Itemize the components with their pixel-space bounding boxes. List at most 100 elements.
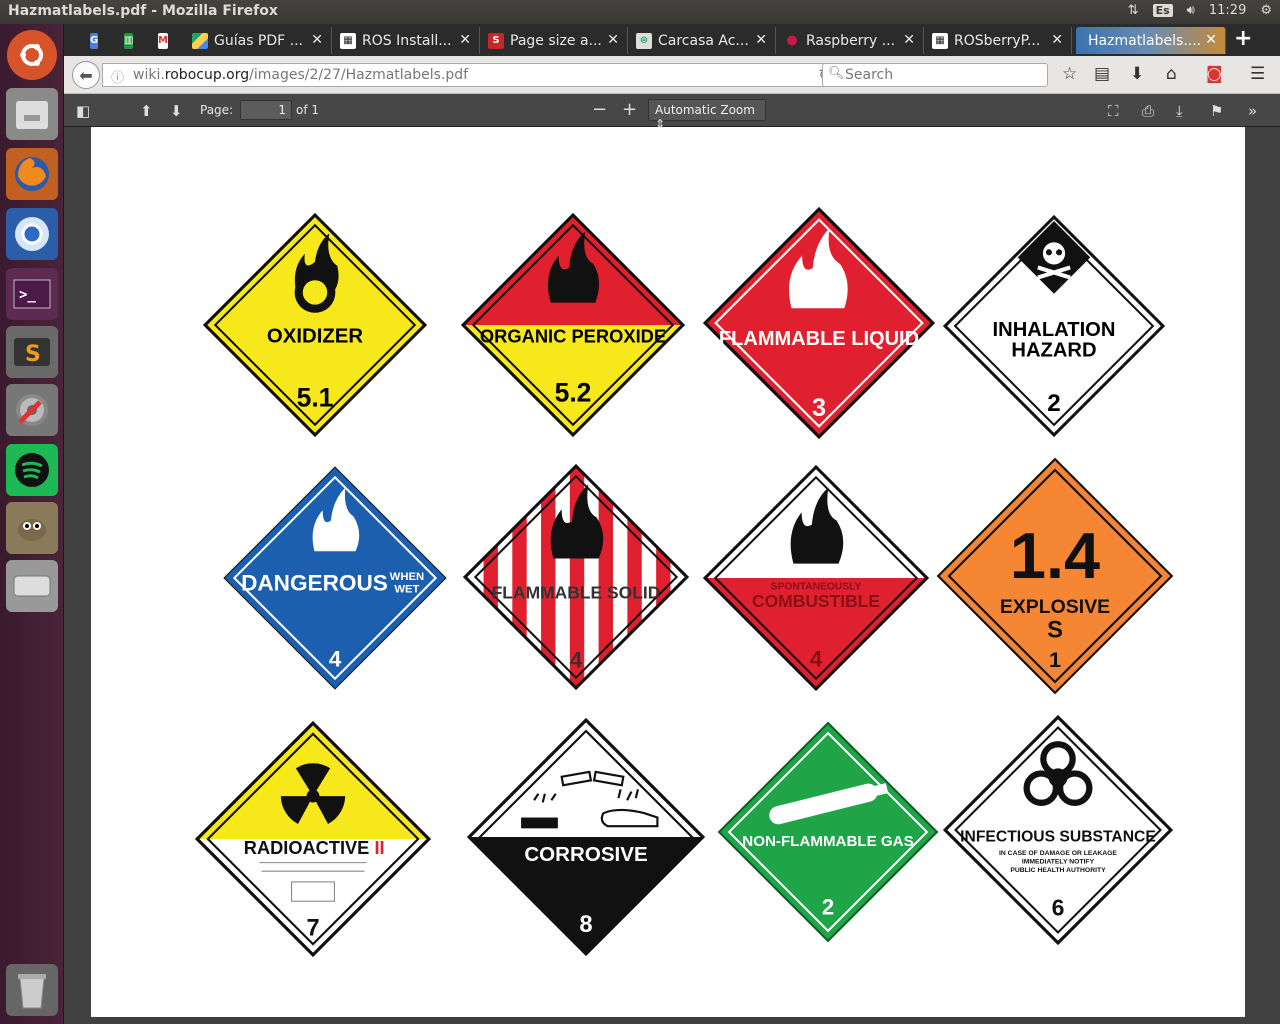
firefox-icon[interactable] xyxy=(6,148,58,200)
flammable-solid-label: FLAMMABLE SOLID 4 xyxy=(462,463,690,691)
label-text-line1: INHALATION xyxy=(993,319,1116,341)
spotify-icon[interactable] xyxy=(6,444,58,496)
new-tab-button[interactable]: + xyxy=(1234,26,1252,51)
system-top-bar: Hazmatlabels.pdf - Mozilla Firefox ⇅ Es … xyxy=(0,0,1280,24)
tab-ros-install[interactable]: ▦ ROS Install... ✕ xyxy=(332,27,480,54)
bookmark-star-icon[interactable]: ☆ xyxy=(1062,64,1077,84)
label-text: DANGEROUS xyxy=(241,570,388,595)
sidebar-toggle-icon[interactable]: ◧ xyxy=(76,102,90,120)
zoom-in-button[interactable]: + xyxy=(622,99,637,120)
ubuntu-dash-icon[interactable] xyxy=(7,30,57,80)
google-drive-icon xyxy=(192,32,208,49)
url-bar[interactable]: ⓘ wiki.robocup.org/images/2/27/Hazmatlab… xyxy=(102,63,840,87)
network-icon[interactable]: ⇅ xyxy=(1128,3,1139,18)
chromium-icon[interactable] xyxy=(6,208,58,260)
label-text: CORROSIVE xyxy=(524,843,647,866)
tab-page-size[interactable]: S Page size a... ✕ xyxy=(480,27,628,54)
files-icon[interactable] xyxy=(6,88,58,140)
menu-icon[interactable]: ☰ xyxy=(1250,64,1265,84)
non-flammable-gas-label: NON-FLAMMABLE GAS 2 xyxy=(717,721,939,943)
page-label: Page: xyxy=(200,103,234,117)
class-number: 3 xyxy=(812,394,826,422)
tab-pinned-trello[interactable]: ▥ xyxy=(116,27,136,54)
back-button[interactable]: ⬅ xyxy=(72,61,100,89)
next-page-icon[interactable]: ⬇ xyxy=(170,102,183,120)
zoom-out-button[interactable]: − xyxy=(592,99,607,120)
gimp-icon[interactable] xyxy=(6,502,58,554)
page-count: of 1 xyxy=(296,103,320,117)
tab-guias-pdf[interactable]: Guías PDF ... ✕ xyxy=(184,27,332,54)
close-tab-icon[interactable]: ✕ xyxy=(903,32,915,48)
print-icon[interactable]: ⎙ xyxy=(1142,102,1154,120)
class-number: 4 xyxy=(810,646,823,671)
corrosive-label: CORROSIVE 8 xyxy=(466,717,706,957)
system-settings-icon[interactable] xyxy=(6,384,58,436)
category-roman: II xyxy=(374,837,384,858)
tab-pinned-translate[interactable]: G xyxy=(82,27,102,54)
flammable-liquid-label: FLAMMABLE LIQUID 3 xyxy=(702,206,936,440)
bookmark-icon[interactable]: ⚑ xyxy=(1210,102,1223,120)
clock[interactable]: 11:29 xyxy=(1209,3,1246,18)
sublime-text-icon[interactable]: S xyxy=(6,326,58,378)
organic-peroxide-label: ORGANIC PEROXIDE 5.2 xyxy=(460,211,686,439)
site-info-icon[interactable]: ⓘ xyxy=(111,67,124,86)
navigation-toolbar: ⬅ ⓘ wiki.robocup.org/images/2/27/Hazmatl… xyxy=(64,56,1280,94)
keyboard-layout-indicator[interactable]: Es xyxy=(1152,4,1173,17)
tab-pinned-gmail[interactable]: M xyxy=(150,27,170,54)
label-text-when: WHEN xyxy=(390,571,424,583)
dangerous-when-wet-label: DANGEROUS WHEN WET 4 xyxy=(221,465,449,691)
disk-drive-icon[interactable] xyxy=(6,560,58,612)
svg-text:S: S xyxy=(25,342,41,367)
s-site-icon: S xyxy=(488,32,504,49)
label-text: OXIDIZER xyxy=(267,325,363,347)
class-number: 2 xyxy=(822,895,834,920)
label-text: FLAMMABLE LIQUID xyxy=(719,328,919,350)
close-tab-icon[interactable]: ✕ xyxy=(459,32,471,48)
settings-gear-icon[interactable]: ⚙ xyxy=(1260,3,1272,18)
tab-raspberry[interactable]: ● Raspberry ... ✕ xyxy=(776,27,924,54)
presentation-mode-icon[interactable]: ⛶ xyxy=(1108,102,1119,120)
pdf-toolbar: ◧ ⬆ ⬇ Page: 1 of 1 − + Automatic Zoom ⇕ … xyxy=(64,94,1280,131)
home-icon[interactable]: ⌂ xyxy=(1166,64,1177,84)
tab-carcasa[interactable]: ⊜ Carcasa Ac... ✕ xyxy=(628,27,776,54)
zoom-select[interactable]: Automatic Zoom ⇕ xyxy=(648,99,766,131)
bookmarks-library-icon[interactable]: ▤ xyxy=(1094,64,1110,84)
class-number: 7 xyxy=(306,916,319,942)
page-number-input[interactable]: 1 xyxy=(240,100,292,120)
label-text: EXPLOSIVE xyxy=(1000,596,1110,618)
window-title: Hazmatlabels.pdf - Mozilla Firefox xyxy=(8,3,278,19)
close-tab-icon[interactable]: ✕ xyxy=(311,32,323,48)
search-input[interactable]: 🔍︎ Search xyxy=(822,63,1048,87)
close-tab-icon[interactable]: ✕ xyxy=(755,32,767,48)
notice-line-1: IN CASE OF DAMAGE OR LEAKAGE xyxy=(999,850,1117,857)
close-tab-icon[interactable]: ✕ xyxy=(607,32,619,48)
previous-page-icon[interactable]: ⬆ xyxy=(140,102,153,120)
downloads-icon[interactable]: ⬇ xyxy=(1130,64,1144,84)
infectious-substance-label: INFECTIOUS SUBSTANCE IN CASE OF DAMAGE O… xyxy=(942,714,1174,946)
tools-icon[interactable]: » xyxy=(1248,102,1257,120)
ros-wiki-icon: ▦ xyxy=(932,32,948,49)
radioactive-label: RADIOACTIVE II 7 xyxy=(194,720,432,958)
close-tab-icon[interactable]: ✕ xyxy=(1205,32,1217,48)
download-icon[interactable]: ⤓ xyxy=(1176,102,1183,120)
trash-icon[interactable] xyxy=(6,964,58,1016)
pdf-viewer[interactable]: OXIDIZER 5.1 ORGANIC PEROXIDE 5.2 FLAMMA… xyxy=(64,127,1280,1024)
pocket-icon[interactable]: ◙ xyxy=(1206,64,1223,84)
volume-icon[interactable]: 🔊︎ xyxy=(1187,3,1195,18)
svg-text:>_: >_ xyxy=(19,287,36,303)
tab-rosberrypi[interactable]: ▦ ROSberryP... ✕ xyxy=(924,27,1072,54)
thingiverse-icon: ⊜ xyxy=(636,32,652,49)
label-text: ORGANIC PEROXIDE xyxy=(480,325,666,346)
class-number: 5.1 xyxy=(297,382,334,412)
class-number: 6 xyxy=(1052,895,1065,921)
terminal-icon[interactable]: >_ xyxy=(6,268,58,320)
class-number: 8 xyxy=(579,911,592,938)
unity-launcher: >_ S xyxy=(0,24,64,1024)
gmail-icon: M xyxy=(158,32,168,49)
compatibility-letter: S xyxy=(1047,617,1063,644)
inhalation-hazard-label: INHALATION HAZARD 2 xyxy=(942,214,1166,438)
class-number: 4 xyxy=(570,647,583,672)
close-tab-icon[interactable]: ✕ xyxy=(1051,32,1063,48)
tab-hazmatlabels[interactable]: Hazmatlabels.... ✕ xyxy=(1076,27,1226,54)
label-text: FLAMMABLE SOLID xyxy=(492,583,661,603)
